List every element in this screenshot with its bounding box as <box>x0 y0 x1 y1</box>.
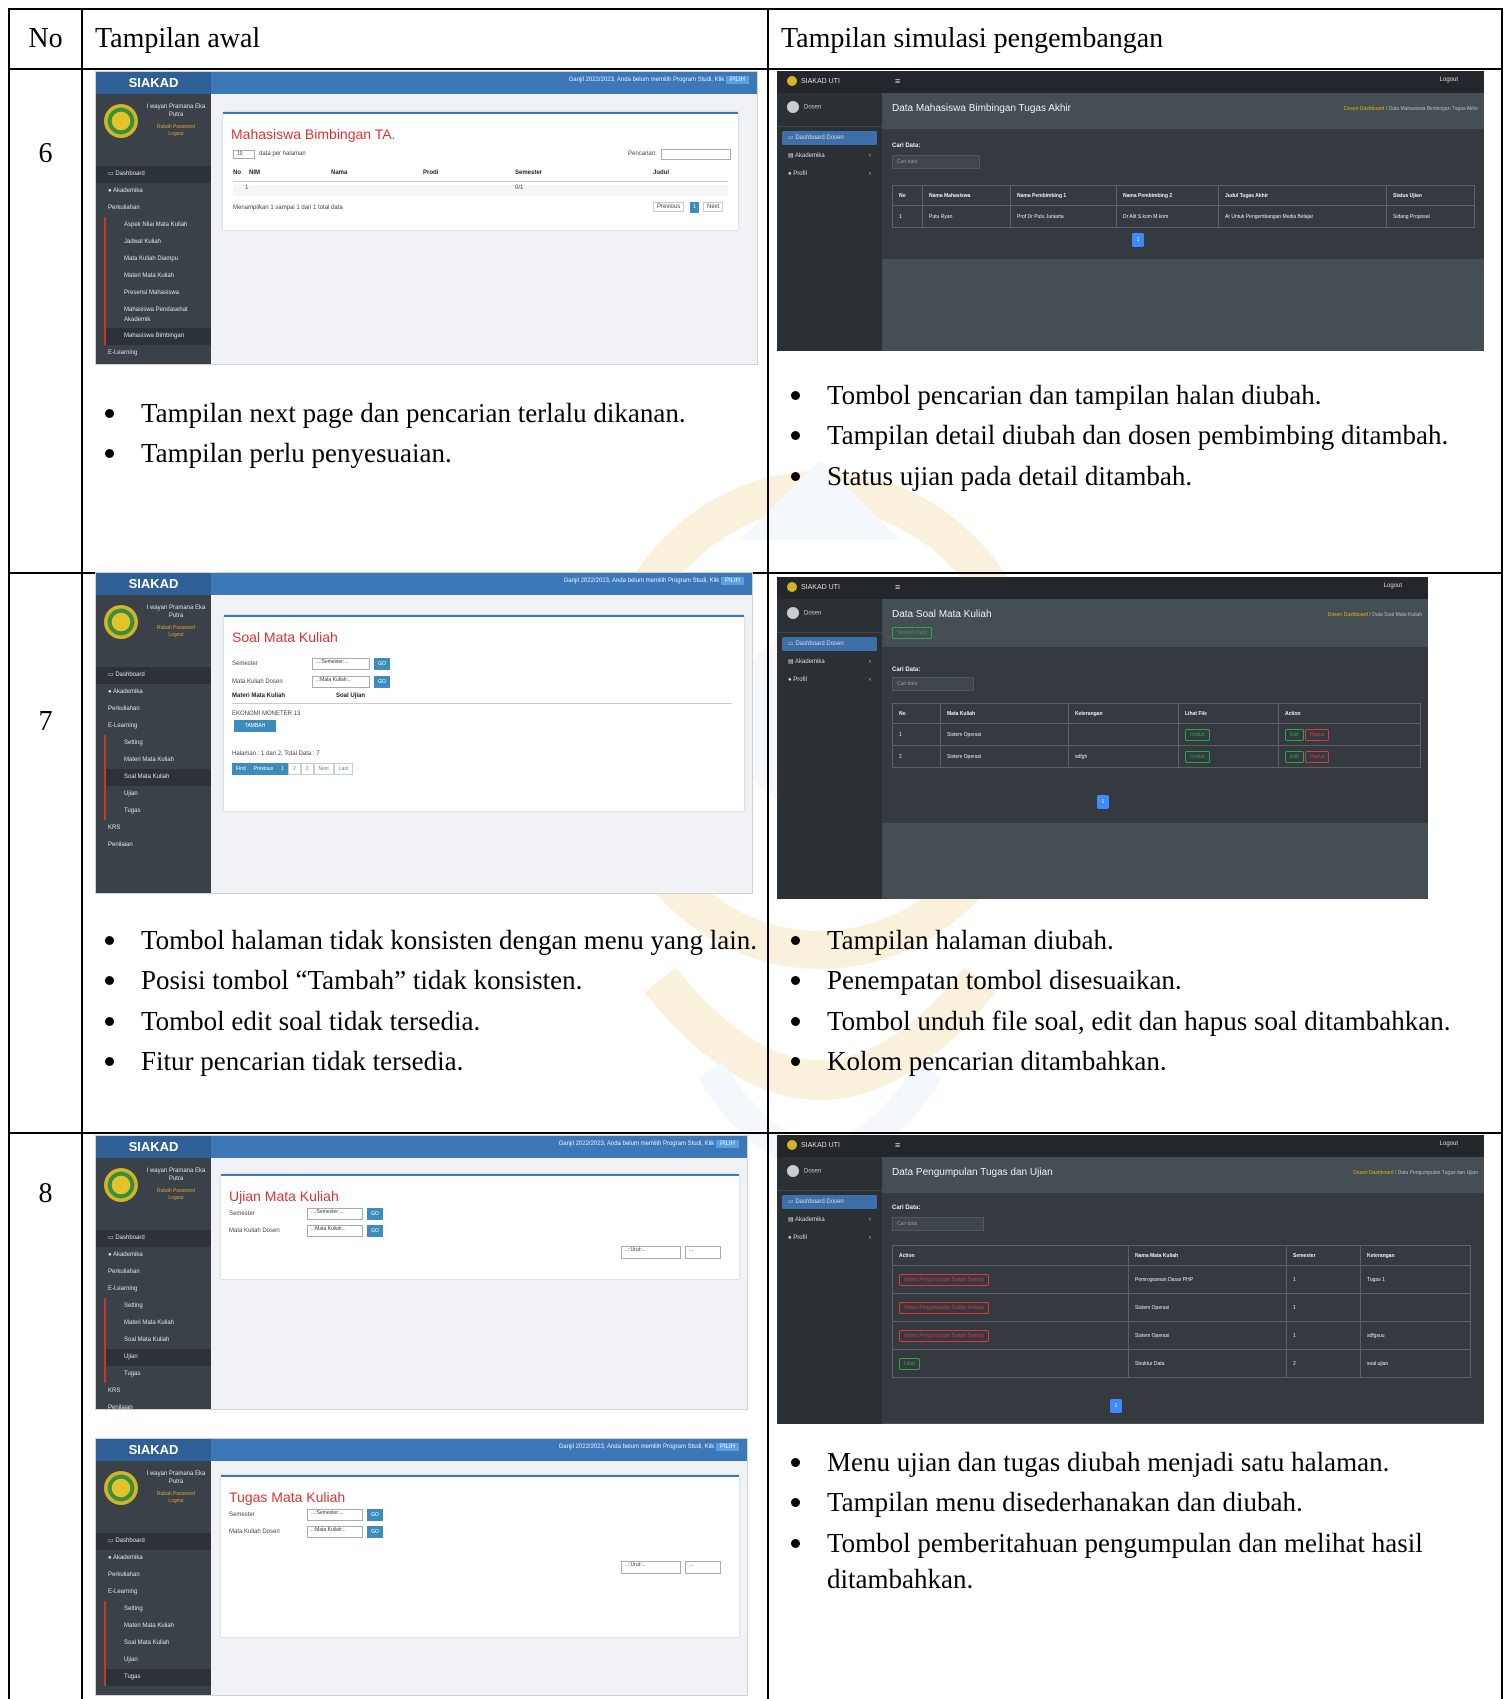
avatar <box>104 605 138 639</box>
soal-panel: Soal Mata Kuliah Semester ...:Semester:.… <box>224 615 744 811</box>
new-screenshot-bimbingan: SIAKAD UTI ≡ Logout Dosen ▭ Dashboard Do… <box>777 71 1484 351</box>
data-table: Action Nama Mata Kuliah Semester Keterangan… <box>892 1245 1471 1378</box>
menu-perkuliahan[interactable]: Perkuliahan <box>96 200 211 217</box>
page-title: Data Pengumpulan Tugas dan Ujian <box>892 1167 1053 1178</box>
note: Tombol pemberitahuan pengumpulan dan mel… <box>781 1525 1491 1598</box>
avatar <box>104 1168 138 1202</box>
header-dev-view: Tampilan simulasi pengembangan <box>767 8 1503 70</box>
table-row: Lihat Struktur Data 2 soal ujian <box>892 1349 1471 1378</box>
old-screenshot-bimbingan: SIAKAD Ganjil 2022/2023, Anda belum memi… <box>95 71 758 365</box>
avatar <box>104 1471 138 1505</box>
data-table: No Nama Mahasiswa Nama Pembimbing 1 Nama Pe… <box>892 185 1475 228</box>
old-screenshot-ujian: SIAKAD Ganjil 2022/2023, Anda belum memi… <box>95 1135 748 1410</box>
old-pager: First Previous 1 2 3 Next Last <box>232 763 354 775</box>
note: Tampilan next page dan pencarian terlalu… <box>95 395 757 431</box>
search-input[interactable] <box>661 149 731 160</box>
menu-profil[interactable]: ● Profil <box>782 167 877 181</box>
hamburger-icon[interactable]: ≡ <box>895 1140 900 1150</box>
new-notes-8: Menu ujian dan tugas diubah menjadi satu… <box>769 1444 1501 1598</box>
note: Tampilan perlu penyesuaian. <box>95 435 757 471</box>
table-row: 1 Sistem Operasi Unduh Edit Hapus <box>892 723 1421 746</box>
tugas-panel: Tugas Mata Kuliah Semester ...:Semester:… <box>221 1475 739 1637</box>
page-title: Data Soal Mata Kuliah <box>892 609 992 620</box>
bimbingan-panel: Mahasiswa Bimbingan TA. 10 data per hala… <box>223 112 738 230</box>
avatar <box>104 104 138 138</box>
breadcrumb: Dosen Dashboard / Data Pengumpulan Tugas… <box>1353 1170 1478 1176</box>
table-row: 2 Sistem Operasi sdfgh Unduh Edit Hapus <box>892 745 1421 768</box>
note: Status ujian pada detail ditambah. <box>781 458 1491 494</box>
page-title: Data Mahasiswa Bimbingan Tugas Akhir <box>892 103 1071 114</box>
ujian-panel: Ujian Mata Kuliah Semester ...:Semester:… <box>221 1174 739 1279</box>
old-notes-7: Tombol halaman tidak konsisten dengan me… <box>83 922 767 1080</box>
note: Fitur pencarian tidak tersedia. <box>95 1043 757 1079</box>
row-number: 6 <box>8 68 83 574</box>
old-screenshot-tugas: SIAKAD Ganjil 2022/2023, Anda belum memi… <box>95 1438 748 1696</box>
new-notes-7: Tampilan halaman diubah. Penempatan tomb… <box>769 922 1501 1080</box>
table-row: Waktu Pengumpulan Sudah Selesai Sistem Op… <box>892 1293 1471 1322</box>
page-button[interactable]: 1 <box>1110 1399 1122 1413</box>
old-notes-6: Tampilan next page dan pencarian terlalu… <box>83 395 767 472</box>
menu-dashboard[interactable]: ▭ Dashboard <box>96 166 211 183</box>
menu-akademika[interactable]: ● Akademika <box>96 183 211 200</box>
brand: SIAKAD <box>96 72 211 94</box>
page-button[interactable]: 1 <box>1097 795 1109 809</box>
new-screenshot-soal: SIAKAD UTI ≡ Logout Dosen ▭ Dashboard Do… <box>777 577 1428 899</box>
note: Tampilan halaman diubah. <box>781 922 1491 958</box>
breadcrumb: Dosen Dashboard / Data Mahasiswa Bimbing… <box>1344 106 1478 112</box>
note: Tombol halaman tidak konsisten dengan me… <box>95 922 757 958</box>
data-table: No Mata Kuliah Keterangan Lihat File Action … <box>892 703 1421 768</box>
new-sidebar: Dosen ▭ Dashboard Dosen ▤ Akademika ● Pr… <box>777 93 882 351</box>
note: Menu ujian dan tugas diubah menjadi satu… <box>781 1444 1491 1480</box>
note: Tombol pencarian dan tampilan halan diub… <box>781 377 1491 413</box>
old-screenshot-soal: SIAKAD Ganjil 2022/2023, Anda belum memi… <box>95 572 753 894</box>
menu-dashboard-dosen[interactable]: ▭ Dashboard Dosen <box>782 131 877 145</box>
search-input[interactable]: Cari data <box>892 677 974 691</box>
header-no: No <box>8 8 83 70</box>
header-initial-view: Tampilan awal <box>81 8 769 70</box>
page-button[interactable]: 1 <box>1132 233 1144 247</box>
hamburger-icon[interactable]: ≡ <box>895 76 900 86</box>
table-row: 1 Putu Ryan Prof Dr Putu Juniarta Dr Alit S… <box>892 205 1475 228</box>
new-notes-6: Tombol pencarian dan tampilan halan diub… <box>769 377 1501 494</box>
search-input[interactable]: Cari data <box>892 1217 984 1231</box>
row-number: 7 <box>8 572 83 1134</box>
search-input[interactable]: Cari data <box>892 155 980 169</box>
hamburger-icon[interactable]: ≡ <box>895 582 900 592</box>
old-sidebar: I wayan Pramana Eka Putra Rubah Password L… <box>96 595 211 893</box>
new-screenshot-pengumpulan: SIAKAD UTI ≡ Logout Dosen ▭ Dashboard Do… <box>777 1135 1484 1424</box>
old-sidebar: I wayan Pramana Eka Putra Rubah Password L… <box>96 94 211 364</box>
note: Tombol unduh file soal, edit dan hapus s… <box>781 1003 1491 1039</box>
note: Tampilan detail diubah dan dosen pembimb… <box>781 417 1491 453</box>
row-number: 8 <box>8 1132 83 1699</box>
note: Tombol edit soal tidak tersedia. <box>95 1003 757 1039</box>
table-row: Waktu Pengumpulan Sudah Selesai Sistem Op… <box>892 1321 1471 1350</box>
menu-akademika[interactable]: ▤ Akademika <box>782 149 877 163</box>
add-data-button[interactable]: Tambah Data <box>892 627 932 639</box>
note: Posisi tombol “Tambah” tidak konsisten. <box>95 962 757 998</box>
note: Kolom pencarian ditambahkan. <box>781 1043 1491 1079</box>
table-row: Waktu Pengumpulan Sudah Selesai Pemrogram… <box>892 1265 1471 1294</box>
note: Tampilan menu disederhanakan dan diubah. <box>781 1484 1491 1520</box>
note: Penempatan tombol disesuaikan. <box>781 962 1491 998</box>
breadcrumb: Dosen Dashboard / Data Soal Mata Kuliah <box>1327 612 1422 618</box>
